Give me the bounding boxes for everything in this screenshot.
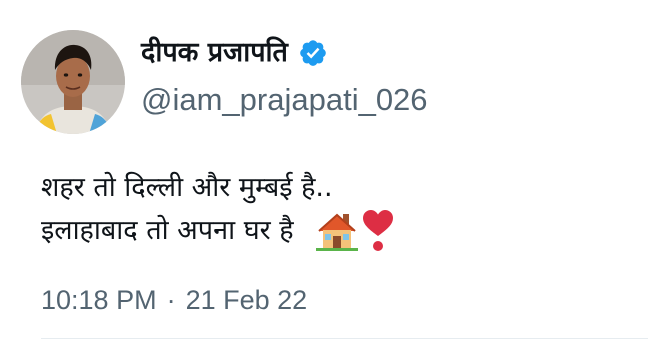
tweet-date[interactable]: 21 Feb 22 (186, 285, 308, 315)
tweet-text-line: शहर तो दिल्ली और मुम्बई है.. (41, 166, 396, 209)
tweet-time[interactable]: 10:18 PM (41, 285, 157, 315)
heart-exclamation-emoji-icon (360, 209, 396, 252)
author-name-row[interactable]: दीपक प्रजापति (141, 36, 328, 70)
tweet-card: दीपक प्रजापति @iam_prajapati_026 शहर तो … (0, 0, 648, 357)
avatar[interactable] (21, 30, 125, 134)
author-handle[interactable]: @iam_prajapati_026 (141, 82, 428, 118)
divider (41, 338, 648, 339)
tweet-text-line-2: इलाहाबाद तो अपना घर है (41, 215, 294, 246)
tweet-text-line-1: शहर तो दिल्ली और मुम्बई है.. (41, 172, 333, 203)
tweet-timestamp[interactable]: 10:18 PM · 21 Feb 22 (41, 283, 307, 317)
verified-badge-icon (298, 38, 328, 68)
meta-separator: · (166, 285, 176, 315)
tweet-text: शहर तो दिल्ली और मुम्बई है.. इलाहाबाद तो… (41, 166, 396, 252)
display-name[interactable]: दीपक प्रजापति (141, 36, 288, 70)
tweet-text-line: इलाहाबाद तो अपना घर है (41, 209, 396, 252)
house-emoji-icon (315, 211, 358, 251)
avatar-photo (21, 30, 125, 134)
